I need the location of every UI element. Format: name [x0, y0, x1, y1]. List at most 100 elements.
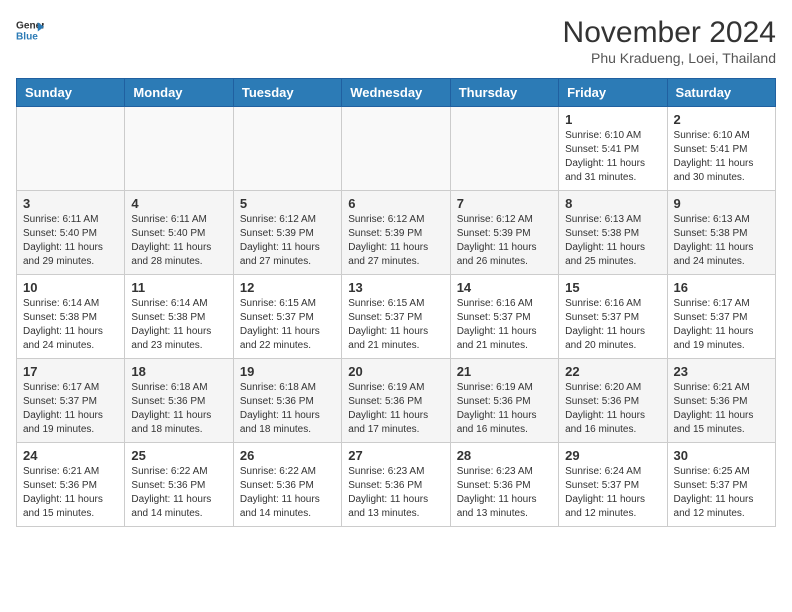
day-number: 21	[457, 364, 552, 379]
day-info: Sunrise: 6:13 AM Sunset: 5:38 PM Dayligh…	[674, 213, 769, 269]
day-info: Sunrise: 6:21 AM Sunset: 5:36 PM Dayligh…	[674, 381, 769, 437]
calendar-cell: 11 Sunrise: 6:14 AM Sunset: 5:38 PM Dayli…	[125, 275, 233, 359]
location: Phu Kradueng, Loei, Thailand	[563, 50, 776, 66]
calendar-cell: 12Sunrise: 6:15 AM Sunset: 5:37 PM Dayli…	[233, 275, 341, 359]
weekday-friday: Friday	[559, 79, 667, 107]
calendar-cell: 4 Sunrise: 6:11 AM Sunset: 5:40 PM Daylig…	[125, 191, 233, 275]
calendar-cell	[450, 107, 558, 191]
day-info: Sunrise: 6:23 AM Sunset: 5:36 PM Dayligh…	[348, 465, 443, 521]
day-info: Sunrise: 6:11 AM Sunset: 5:40 PM Dayligh…	[131, 213, 226, 269]
calendar-week-3: 10 Sunrise: 6:14 AM Sunset: 5:38 PM Dayli…	[17, 275, 776, 359]
weekday-saturday: Saturday	[667, 79, 775, 107]
day-number: 17	[23, 364, 118, 379]
day-info: Sunrise: 6:10 AM Sunset: 5:41 PM Dayligh…	[674, 129, 769, 185]
calendar-cell: 26 Sunrise: 6:22 AM Sunset: 5:36 PM Dayli…	[233, 443, 341, 527]
weekday-sunday: Sunday	[17, 79, 125, 107]
calendar-cell: 5 Sunrise: 6:12 AM Sunset: 5:39 PM Daylig…	[233, 191, 341, 275]
logo-icon: General Blue	[16, 16, 44, 44]
calendar-cell: 9Sunrise: 6:13 AM Sunset: 5:38 PM Daylig…	[667, 191, 775, 275]
day-number: 1	[565, 112, 660, 127]
weekday-header-row: SundayMondayTuesdayWednesdayThursdayFrid…	[17, 79, 776, 107]
day-number: 3	[23, 196, 118, 211]
calendar-cell: 29 Sunrise: 6:24 AM Sunset: 5:37 PM Dayli…	[559, 443, 667, 527]
calendar-cell: 10 Sunrise: 6:14 AM Sunset: 5:38 PM Dayli…	[17, 275, 125, 359]
day-number: 15	[565, 280, 660, 295]
day-number: 8	[565, 196, 660, 211]
calendar-cell: 7 Sunrise: 6:12 AM Sunset: 5:39 PM Daylig…	[450, 191, 558, 275]
day-number: 10	[23, 280, 118, 295]
calendar-cell: 8 Sunrise: 6:13 AM Sunset: 5:38 PM Daylig…	[559, 191, 667, 275]
day-number: 28	[457, 448, 552, 463]
calendar-week-1: 1 Sunrise: 6:10 AM Sunset: 5:41 PM Daylig…	[17, 107, 776, 191]
day-info: Sunrise: 6:15 AM Sunset: 5:37 PM Dayligh…	[348, 297, 443, 353]
day-info: Sunrise: 6:19 AM Sunset: 5:36 PM Dayligh…	[348, 381, 443, 437]
calendar-cell: 13 Sunrise: 6:15 AM Sunset: 5:37 PM Dayli…	[342, 275, 450, 359]
day-number: 11	[131, 280, 226, 295]
logo: General Blue	[16, 16, 44, 44]
day-info: Sunrise: 6:22 AM Sunset: 5:36 PM Dayligh…	[240, 465, 335, 521]
calendar-cell: 22 Sunrise: 6:20 AM Sunset: 5:36 PM Dayli…	[559, 359, 667, 443]
day-number: 30	[674, 448, 769, 463]
day-info: Sunrise: 6:14 AM Sunset: 5:38 PM Dayligh…	[131, 297, 226, 353]
day-number: 4	[131, 196, 226, 211]
calendar-cell: 24 Sunrise: 6:21 AM Sunset: 5:36 PM Dayli…	[17, 443, 125, 527]
day-info: Sunrise: 6:13 AM Sunset: 5:38 PM Dayligh…	[565, 213, 660, 269]
day-info: Sunrise: 6:22 AM Sunset: 5:36 PM Dayligh…	[131, 465, 226, 521]
day-info: Sunrise: 6:10 AM Sunset: 5:41 PM Dayligh…	[565, 129, 660, 185]
page-header: General Blue November 2024 Phu Kradueng,…	[16, 16, 776, 66]
day-number: 25	[131, 448, 226, 463]
day-number: 29	[565, 448, 660, 463]
day-info: Sunrise: 6:16 AM Sunset: 5:37 PM Dayligh…	[457, 297, 552, 353]
day-number: 26	[240, 448, 335, 463]
day-number: 7	[457, 196, 552, 211]
calendar-cell: 19Sunrise: 6:18 AM Sunset: 5:36 PM Dayli…	[233, 359, 341, 443]
day-info: Sunrise: 6:19 AM Sunset: 5:36 PM Dayligh…	[457, 381, 552, 437]
day-info: Sunrise: 6:17 AM Sunset: 5:37 PM Dayligh…	[23, 381, 118, 437]
weekday-wednesday: Wednesday	[342, 79, 450, 107]
day-number: 20	[348, 364, 443, 379]
calendar-cell	[342, 107, 450, 191]
calendar-week-5: 24 Sunrise: 6:21 AM Sunset: 5:36 PM Dayli…	[17, 443, 776, 527]
day-number: 22	[565, 364, 660, 379]
calendar-cell: 14 Sunrise: 6:16 AM Sunset: 5:37 PM Dayli…	[450, 275, 558, 359]
day-number: 14	[457, 280, 552, 295]
day-info: Sunrise: 6:12 AM Sunset: 5:39 PM Dayligh…	[240, 213, 335, 269]
day-number: 5	[240, 196, 335, 211]
weekday-monday: Monday	[125, 79, 233, 107]
day-number: 19	[240, 364, 335, 379]
calendar-cell: 21 Sunrise: 6:19 AM Sunset: 5:36 PM Dayli…	[450, 359, 558, 443]
day-info: Sunrise: 6:17 AM Sunset: 5:37 PM Dayligh…	[674, 297, 769, 353]
calendar-cell: 17 Sunrise: 6:17 AM Sunset: 5:37 PM Dayli…	[17, 359, 125, 443]
calendar-cell: 28 Sunrise: 6:23 AM Sunset: 5:36 PM Dayli…	[450, 443, 558, 527]
day-info: Sunrise: 6:21 AM Sunset: 5:36 PM Dayligh…	[23, 465, 118, 521]
calendar-cell	[233, 107, 341, 191]
day-info: Sunrise: 6:12 AM Sunset: 5:39 PM Dayligh…	[348, 213, 443, 269]
day-info: Sunrise: 6:12 AM Sunset: 5:39 PM Dayligh…	[457, 213, 552, 269]
calendar-cell: 20 Sunrise: 6:19 AM Sunset: 5:36 PM Dayli…	[342, 359, 450, 443]
calendar-week-4: 17 Sunrise: 6:17 AM Sunset: 5:37 PM Dayli…	[17, 359, 776, 443]
calendar-cell: 3 Sunrise: 6:11 AM Sunset: 5:40 PM Daylig…	[17, 191, 125, 275]
day-number: 27	[348, 448, 443, 463]
day-info: Sunrise: 6:14 AM Sunset: 5:38 PM Dayligh…	[23, 297, 118, 353]
day-info: Sunrise: 6:23 AM Sunset: 5:36 PM Dayligh…	[457, 465, 552, 521]
calendar-cell	[17, 107, 125, 191]
calendar-cell: 15Sunrise: 6:16 AM Sunset: 5:37 PM Dayli…	[559, 275, 667, 359]
day-info: Sunrise: 6:20 AM Sunset: 5:36 PM Dayligh…	[565, 381, 660, 437]
day-number: 13	[348, 280, 443, 295]
day-info: Sunrise: 6:15 AM Sunset: 5:37 PM Dayligh…	[240, 297, 335, 353]
day-info: Sunrise: 6:11 AM Sunset: 5:40 PM Dayligh…	[23, 213, 118, 269]
weekday-thursday: Thursday	[450, 79, 558, 107]
calendar-cell: 25 Sunrise: 6:22 AM Sunset: 5:36 PM Dayli…	[125, 443, 233, 527]
calendar-cell: 2 Sunrise: 6:10 AM Sunset: 5:41 PM Daylig…	[667, 107, 775, 191]
day-number: 24	[23, 448, 118, 463]
calendar-cell: 1 Sunrise: 6:10 AM Sunset: 5:41 PM Daylig…	[559, 107, 667, 191]
month-title: November 2024	[563, 16, 776, 50]
day-number: 6	[348, 196, 443, 211]
calendar-table: SundayMondayTuesdayWednesdayThursdayFrid…	[16, 78, 776, 527]
day-number: 2	[674, 112, 769, 127]
day-info: Sunrise: 6:25 AM Sunset: 5:37 PM Dayligh…	[674, 465, 769, 521]
svg-text:Blue: Blue	[16, 31, 38, 42]
day-info: Sunrise: 6:24 AM Sunset: 5:37 PM Dayligh…	[565, 465, 660, 521]
calendar-cell	[125, 107, 233, 191]
calendar-cell: 27 Sunrise: 6:23 AM Sunset: 5:36 PM Dayli…	[342, 443, 450, 527]
